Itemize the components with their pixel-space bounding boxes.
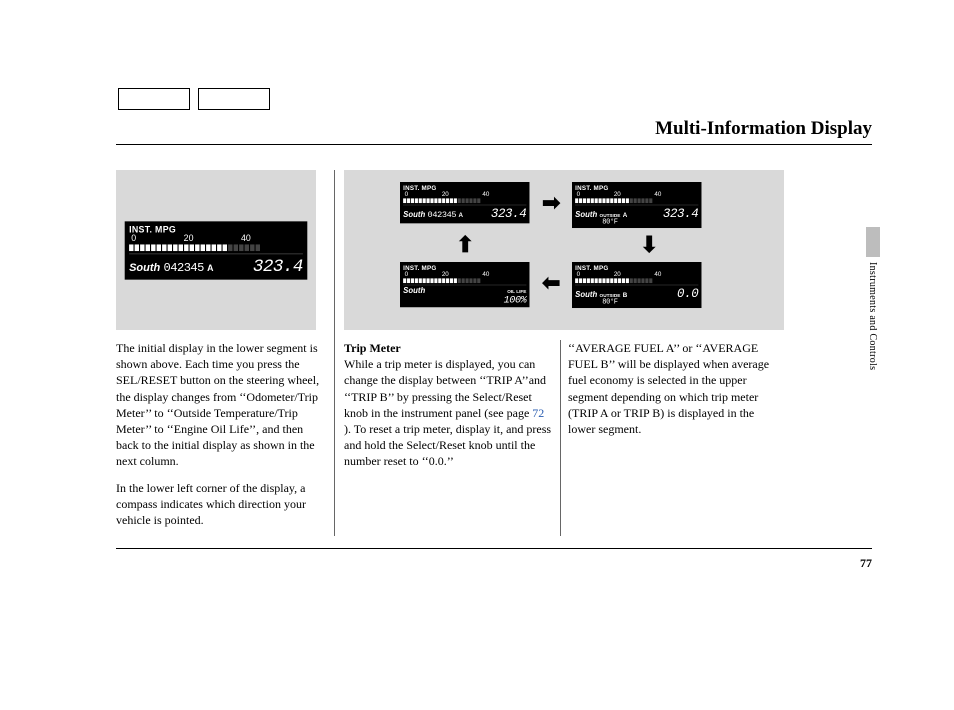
column-divider — [334, 170, 335, 536]
odometer-value: 042345 — [164, 262, 204, 275]
mpg-bar — [129, 244, 303, 251]
column-2-text: Trip Meter While a trip meter is display… — [344, 340, 554, 480]
col3-p1: ‘‘AVERAGE FUEL A’’ or ‘‘AVERAGE FUEL B’’… — [568, 340, 778, 437]
col1-p2: In the lower left corner of the display,… — [116, 480, 326, 529]
col2-p1: Trip Meter While a trip meter is display… — [344, 340, 554, 470]
arrow-down-icon: ⬇ — [640, 232, 658, 258]
arrow-up-icon: ⬆ — [456, 232, 474, 258]
trip-value: 323.4 — [253, 256, 303, 276]
lcd-bottom-row: South 042345 A 323.4 — [129, 253, 303, 276]
lcd-temp-trip-a: INST. MPG 02040 South OUTSIDE 80°F A 323… — [572, 182, 701, 228]
top-empty-boxes — [118, 88, 270, 110]
column-1-text: The initial display in the lower segment… — [116, 340, 326, 538]
col1-p1: The initial display in the lower segment… — [116, 340, 326, 470]
lcd-temp-trip-b: INST. MPG 02040 South OUTSIDE 80°F B 0.0 — [572, 262, 701, 308]
empty-box — [118, 88, 190, 110]
page-title-bar: Multi-Information Display — [116, 118, 872, 145]
page-title: Multi-Information Display — [116, 118, 872, 140]
compass-indicator: South — [129, 262, 160, 274]
section-label: Instruments and Controls — [867, 262, 878, 370]
lcd-main: INST. MPG 0 20 40 South 042345 A 323.4 — [125, 221, 308, 279]
arrow-left-icon: ⬅ — [542, 270, 560, 296]
empty-box — [198, 88, 270, 110]
column-3-text: ‘‘AVERAGE FUEL A’’ or ‘‘AVERAGE FUEL B’’… — [568, 340, 778, 447]
column-divider — [560, 340, 561, 536]
footer-rule — [116, 548, 872, 549]
trip-meter-heading: Trip Meter — [344, 341, 401, 355]
display-illustration-main: INST. MPG 0 20 40 South 042345 A 323.4 — [116, 170, 316, 330]
display-cycle-diagram-container: INST. MPG 02040 South 042345 A 323.4 INS… — [344, 170, 842, 344]
trip-a-indicator: A — [207, 263, 213, 273]
arrow-right-icon: ➡ — [542, 190, 560, 216]
page-link-72[interactable]: 72 — [532, 406, 544, 420]
section-tab-marker — [866, 227, 880, 257]
page-number: 77 — [860, 556, 872, 571]
display-cycle-diagram: INST. MPG 02040 South 042345 A 323.4 INS… — [344, 170, 784, 330]
lcd-odometer-trip: INST. MPG 02040 South 042345 A 323.4 — [400, 182, 529, 223]
lcd-oil-life: INST. MPG 02040 South OIL LIFE 100% — [400, 262, 529, 307]
